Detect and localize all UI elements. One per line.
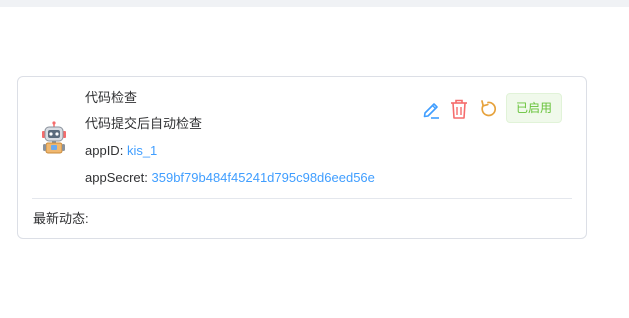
status-badge: 已启用 (506, 93, 562, 123)
appid-row: appID: kis_1 (85, 142, 157, 160)
trash-icon (451, 99, 467, 119)
edit-button[interactable] (421, 98, 441, 120)
delete-button[interactable] (449, 98, 469, 120)
appsecret-value: 359bf79b484f45241d795c98d6eed56e (151, 170, 375, 185)
reset-button[interactable] (478, 98, 498, 120)
appid-value: kis_1 (126, 143, 158, 158)
divider (32, 198, 572, 199)
appsecret-row: appSecret: 359bf79b484f45241d795c98d6eed… (85, 169, 375, 187)
app-name: 代码检查 (85, 90, 138, 105)
app-card: 代码检查 代码提交后自动检查 appID: kis_1 appSecret: 3… (17, 76, 587, 239)
pencil-icon (423, 103, 439, 119)
appsecret-label: appSecret: (85, 170, 148, 185)
app-description: 代码提交后自动检查 (85, 116, 203, 131)
robot-icon (40, 121, 68, 155)
appid-label: appID: (85, 143, 124, 158)
latest-activity-label: 最新动态: (33, 211, 89, 226)
refresh-icon (481, 100, 497, 117)
top-bar (0, 0, 629, 7)
